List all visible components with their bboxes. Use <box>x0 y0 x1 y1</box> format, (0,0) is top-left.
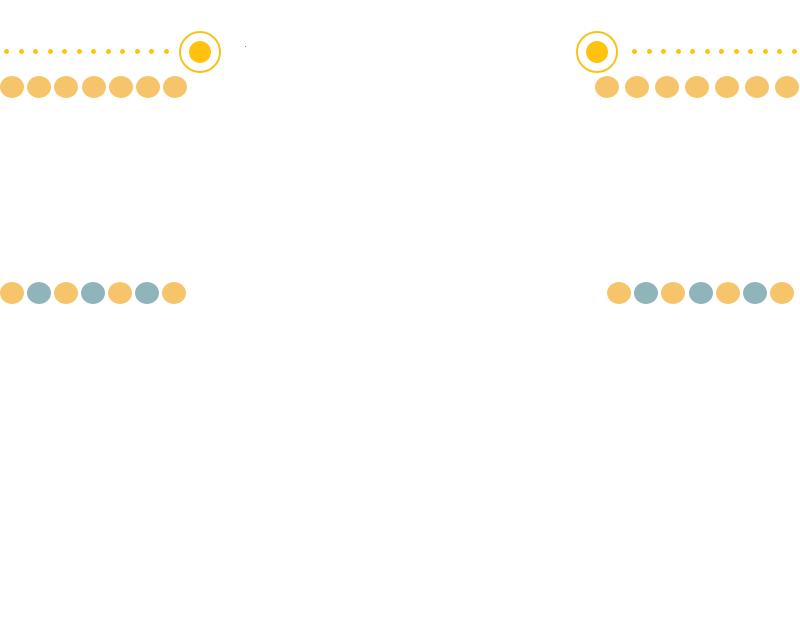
teal-dot-icon <box>743 282 767 304</box>
small-dot-icon <box>163 49 169 54</box>
top-left-small-dot-row <box>4 49 174 55</box>
orange-dot-icon <box>655 76 679 98</box>
top-left-target-icon <box>179 31 221 73</box>
small-dot-icon <box>149 49 154 54</box>
small-dot-icon <box>704 49 710 54</box>
teal-dot-icon <box>688 282 713 304</box>
small-dot-icon <box>690 49 695 54</box>
small-dot-icon <box>632 49 637 54</box>
small-dot-icon <box>62 49 67 54</box>
tick-mark <box>245 46 246 47</box>
orange-dot-icon <box>607 282 631 304</box>
small-dot-icon <box>661 49 666 54</box>
top-right-small-dot-row <box>632 49 797 55</box>
small-dot-icon <box>791 49 797 54</box>
small-dot-icon <box>4 49 9 54</box>
orange-dot-icon <box>625 76 649 98</box>
teal-dot-icon <box>135 282 159 304</box>
canvas <box>0 0 800 634</box>
orange-dot-icon <box>27 76 52 98</box>
orange-dot-icon <box>0 282 24 304</box>
small-dot-icon <box>134 49 140 54</box>
small-dot-icon <box>733 49 739 54</box>
orange-dot-icon <box>685 76 709 98</box>
orange-dot-icon <box>770 282 795 304</box>
target-core-icon <box>189 41 211 63</box>
small-dot-icon <box>33 49 38 54</box>
small-dot-icon <box>105 49 111 54</box>
small-dot-icon <box>762 49 768 54</box>
orange-dot-icon <box>81 76 106 98</box>
orange-dot-icon <box>162 282 186 304</box>
orange-dot-icon <box>108 282 132 304</box>
orange-dot-icon <box>136 76 160 98</box>
small-dot-icon <box>76 49 82 54</box>
orange-dot-icon <box>745 76 769 98</box>
orange-dot-icon <box>54 76 79 98</box>
orange-dot-icon <box>54 282 78 304</box>
target-core-icon <box>586 41 608 63</box>
teal-dot-icon <box>634 282 659 304</box>
small-dot-icon <box>47 49 53 54</box>
top-right-target-icon <box>576 31 618 73</box>
small-dot-icon <box>748 49 753 54</box>
orange-dot-icon <box>108 76 133 98</box>
orange-dot-icon <box>775 76 799 98</box>
small-dot-icon <box>646 49 652 54</box>
orange-dot-icon <box>661 282 686 304</box>
orange-dot-icon <box>0 76 24 98</box>
small-dot-icon <box>120 49 125 54</box>
small-dot-icon <box>91 49 96 54</box>
small-dot-icon <box>675 49 681 54</box>
small-dot-icon <box>18 49 24 54</box>
orange-dot-icon <box>595 76 619 98</box>
orange-dot-icon <box>163 76 188 98</box>
small-dot-icon <box>777 49 782 54</box>
teal-dot-icon <box>81 282 105 304</box>
orange-dot-icon <box>715 76 739 98</box>
small-dot-icon <box>719 49 724 54</box>
orange-dot-icon <box>715 282 740 304</box>
teal-dot-icon <box>27 282 51 304</box>
